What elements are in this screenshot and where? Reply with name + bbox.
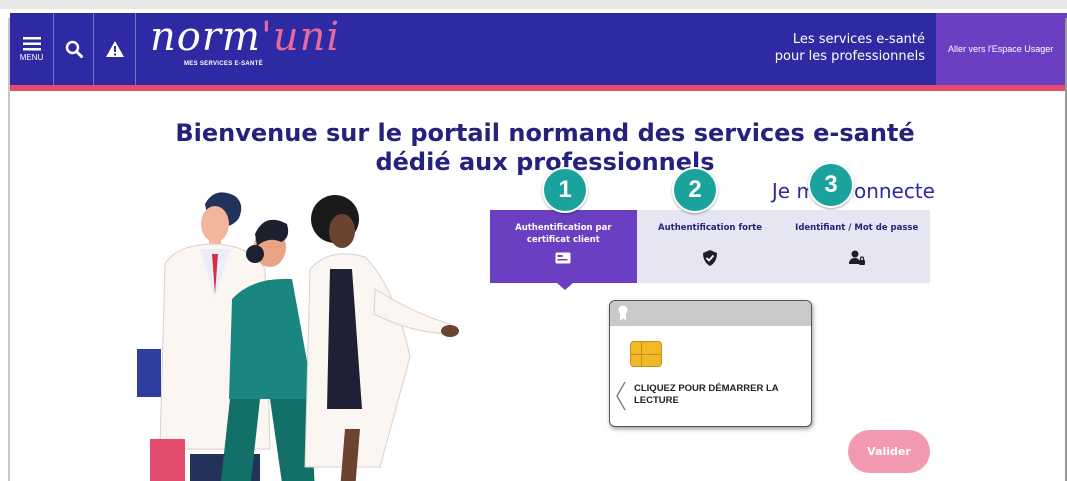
card-header [610, 301, 811, 326]
alert-button[interactable] [94, 13, 136, 85]
id-card-icon [555, 252, 571, 264]
hamburger-icon [22, 36, 41, 50]
step-badge-2: 2 [672, 167, 718, 213]
header-tagline: Les services e-santé pour les profession… [774, 32, 925, 64]
healthcare-professionals-illustration [137, 192, 459, 481]
user-lock-icon [848, 250, 865, 265]
smart-card-reader-prompt[interactable]: CLIQUEZ POUR DÉMARRER LA LECTURE [609, 300, 812, 427]
logo-wordmark: norm'uni [150, 14, 341, 60]
menu-button[interactable]: MENU [10, 13, 54, 85]
start-reading-text: CLIQUEZ POUR DÉMARRER LA LECTURE [634, 383, 779, 406]
tab-password-auth[interactable]: Identifiant / Mot de passe [783, 210, 931, 283]
logo-subtitle: MES SERVICES E-SANTÉ [184, 61, 263, 67]
active-tab-pointer [557, 283, 573, 290]
tab-strong-auth[interactable]: Authentification forte [636, 210, 784, 283]
header-accent-stripe [10, 85, 1067, 91]
validate-button[interactable]: Valider [848, 430, 930, 473]
search-button[interactable] [54, 13, 94, 85]
step-badge-3: 3 [808, 162, 854, 208]
award-ribbon-icon [618, 305, 628, 321]
menu-label: MENU [19, 52, 44, 62]
auth-method-tabs: Authentification par certificat client A… [490, 210, 931, 283]
normuni-logo[interactable]: norm'uni MES SERVICES E-SANTÉ [150, 14, 341, 81]
chevron-left-icon [616, 381, 626, 411]
warning-icon [105, 41, 124, 57]
smart-card-chip-icon [630, 341, 662, 367]
step-badge-1: 1 [542, 167, 588, 213]
page: MENU norm'uni MES SERVICES E-SANTÉ Les s… [0, 0, 1067, 481]
tab-certificate-auth[interactable]: Authentification par certificat client [490, 210, 637, 283]
search-icon [65, 40, 83, 58]
shield-check-icon [703, 250, 717, 266]
header: MENU norm'uni MES SERVICES E-SANTÉ Les s… [10, 13, 1067, 85]
espace-usager-button[interactable]: Aller vers l'Espace Usager [936, 13, 1067, 85]
